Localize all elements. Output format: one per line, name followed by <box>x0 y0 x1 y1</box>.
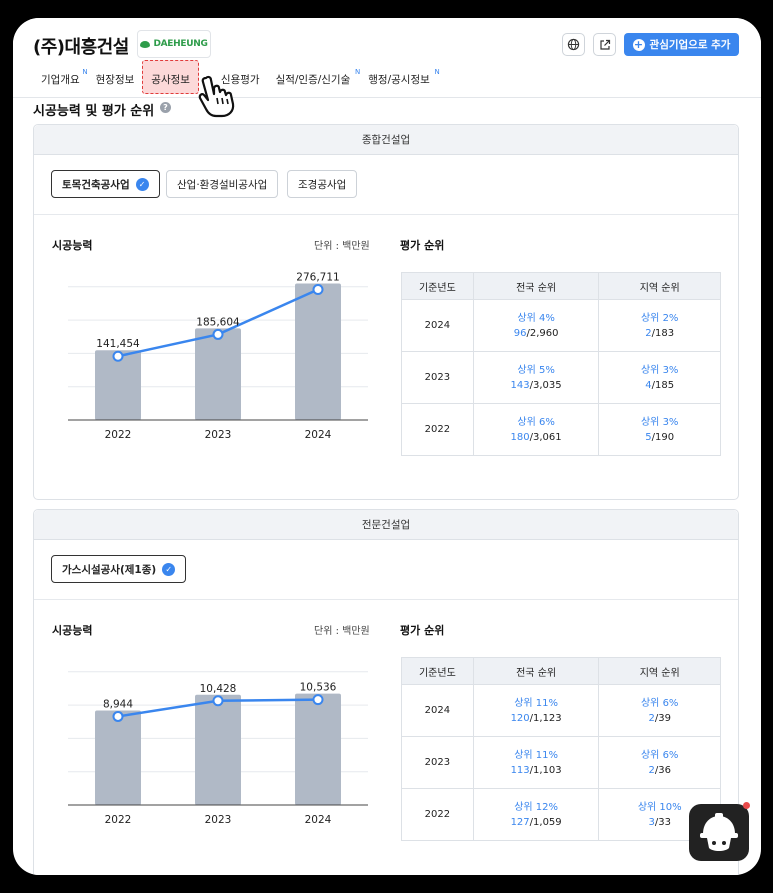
capacity-title: 시공능력 <box>52 624 93 637</box>
company-header: (주)대흥건설 DAEHEUNG + 관심기업으로 추가 기업개요 N 현장정보 … <box>13 18 761 98</box>
bar <box>195 328 241 420</box>
new-badge: N <box>434 68 440 76</box>
table-header-row: 기준년도 전국 순위 지역 순위 <box>401 272 721 300</box>
x-tick-label: 2022 <box>105 814 132 826</box>
notification-dot <box>743 802 750 809</box>
chip-civil-building[interactable]: 토목건축공사업 ✓ <box>51 170 160 198</box>
bar <box>95 710 141 805</box>
x-tick-label: 2022 <box>105 429 132 441</box>
table-row: 2022 상위 12% 127/1,059 상위 10% 3/33 <box>401 788 721 841</box>
chip-industrial-env[interactable]: 산업·환경설비공사업 <box>166 170 279 198</box>
check-icon: ✓ <box>135 177 149 191</box>
license-chips: 토목건축공사업 ✓ 산업·환경설비공사업 조경공사업 <box>34 155 738 215</box>
x-tick-label: 2023 <box>205 814 232 826</box>
x-tick-label: 2024 <box>305 814 332 826</box>
globe-button[interactable] <box>562 33 585 56</box>
data-point <box>312 283 324 295</box>
tab-company-overview[interactable]: 기업개요 N <box>33 68 88 90</box>
card-header: 종합건설업 <box>34 125 738 155</box>
data-point <box>112 350 124 362</box>
data-label: 185,604 <box>196 316 240 328</box>
data-label: 276,711 <box>296 271 339 283</box>
tab-construction-info[interactable]: 공사정보 <box>142 60 199 94</box>
table-row: 2023 상위 5% 143/3,035 상위 3% 4/185 <box>401 351 721 404</box>
external-link-icon <box>599 39 610 50</box>
globe-icon <box>567 38 580 51</box>
bar <box>295 283 341 420</box>
company-logo: DAEHEUNG <box>137 30 211 58</box>
data-label: 8,944 <box>103 698 133 710</box>
section-title: 시공능력 및 평가 순위 <box>33 104 155 119</box>
x-tick-label: 2024 <box>305 429 332 441</box>
logo-text: DAEHEUNG <box>153 39 208 49</box>
app-window: (주)대흥건설 DAEHEUNG + 관심기업으로 추가 기업개요 N 현장정보 … <box>13 18 761 875</box>
specialty-construction-card: 전문건설업 가스시설공사(제1종) ✓ 시공능력 단위 : 백만원 평가 순위 2… <box>33 509 739 875</box>
leaf-icon <box>140 40 151 48</box>
chatbot-button[interactable] <box>689 804 749 861</box>
data-point <box>212 695 224 707</box>
external-link-button[interactable] <box>593 33 616 56</box>
data-label: 141,454 <box>96 338 140 350</box>
capacity-chart: 2022 2023 2024 8,944 10,428 10,536 <box>68 671 368 826</box>
table-row: 2023 상위 11% 113/1,103 상위 6% 2/36 <box>401 736 721 789</box>
rank-table: 기준년도 전국 순위 지역 순위 2024 상위 4% 96/2,960 상위 2… <box>401 272 721 456</box>
x-tick-label: 2023 <box>205 429 232 441</box>
capacity-chart: 2022 2023 2024 141,454 185,604 276,711 <box>68 271 368 441</box>
capacity-title: 시공능력 <box>52 239 93 252</box>
tab-admin-disclosure[interactable]: 행정/공시정보 N <box>360 68 440 90</box>
general-construction-card: 종합건설업 토목건축공사업 ✓ 산업·환경설비공사업 조경공사업 시공능력 단위 … <box>33 124 739 500</box>
helmet-robot-icon <box>700 813 738 851</box>
plus-circle-icon: + <box>632 37 645 51</box>
rank-table: 기준년도 전국 순위 지역 순위 2024 상위 11% 120/1,123 상위… <box>401 657 721 841</box>
table-row: 2022 상위 6% 180/3,061 상위 3% 5/190 <box>401 403 721 456</box>
data-point <box>212 328 224 340</box>
check-icon: ✓ <box>162 562 176 576</box>
unit-label: 단위 : 백만원 <box>314 241 370 252</box>
rank-title: 평가 순위 <box>400 624 445 637</box>
license-chips: 가스시설공사(제1종) ✓ <box>34 540 738 600</box>
data-label: 10,536 <box>300 682 337 694</box>
bar <box>195 694 241 805</box>
help-icon[interactable]: ? <box>160 102 171 113</box>
data-label: 10,428 <box>200 683 237 695</box>
tab-performance[interactable]: 실적/인증/신기술 N <box>268 68 361 90</box>
chip-landscape[interactable]: 조경공사업 <box>287 170 358 198</box>
chip-gas-facility[interactable]: 가스시설공사(제1종) ✓ <box>51 555 187 583</box>
rank-title: 평가 순위 <box>400 239 445 252</box>
add-favorite-label: 관심기업으로 추가 <box>649 39 731 51</box>
company-name: (주)대흥건설 <box>33 37 129 58</box>
unit-label: 단위 : 백만원 <box>314 626 370 637</box>
table-row: 2024 상위 11% 120/1,123 상위 6% 2/39 <box>401 684 721 737</box>
tab-site-info[interactable]: 현장정보 <box>88 70 143 90</box>
table-header-row: 기준년도 전국 순위 지역 순위 <box>401 657 721 685</box>
data-point <box>112 710 124 722</box>
add-favorite-button[interactable]: + 관심기업으로 추가 <box>624 33 739 56</box>
card-header: 전문건설업 <box>34 510 738 540</box>
pointer-hand-icon <box>198 75 235 118</box>
bar <box>295 693 341 805</box>
data-point <box>312 694 324 706</box>
table-row: 2024 상위 4% 96/2,960 상위 2% 2/183 <box>401 299 721 352</box>
